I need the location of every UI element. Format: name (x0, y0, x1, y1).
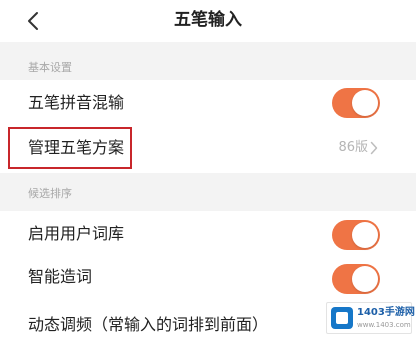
setting-label: 动态调频（常输入的词排到前面） (28, 315, 269, 334)
setting-row-wubi-pinyin-mixed[interactable]: 五笔拼音混输 (0, 82, 416, 124)
watermark-subtitle: www.1403.com (357, 321, 411, 329)
section-label: 候选排序 (28, 187, 72, 200)
section-label: 基本设置 (28, 61, 72, 74)
setting-label: 启用用户词库 (28, 224, 125, 243)
setting-row-user-dictionary[interactable]: 启用用户词库 (0, 213, 416, 255)
wubi-pinyin-mixed-toggle[interactable] (332, 88, 380, 118)
chevron-right-icon (370, 141, 378, 155)
top-bar: 五笔输入 (0, 0, 416, 42)
setting-label: 五笔拼音混输 (28, 93, 125, 112)
setting-row-smart-word-creation[interactable]: 智能造词 (0, 256, 416, 298)
setting-label: 智能造词 (28, 267, 93, 286)
section-header-basic: 基本设置 (0, 42, 416, 80)
toggle-knob (352, 266, 378, 292)
toggle-knob (352, 90, 378, 116)
setting-label: 管理五笔方案 (28, 138, 125, 157)
user-dictionary-toggle[interactable] (332, 220, 380, 250)
smart-word-creation-toggle[interactable] (332, 264, 380, 294)
page-title: 五笔输入 (174, 10, 242, 30)
toggle-knob (352, 222, 378, 248)
setting-row-manage-wubi-scheme[interactable]: 管理五笔方案 86版 (0, 127, 416, 169)
watermark-logo-icon (331, 307, 353, 329)
watermark-title: 1403手游网 (357, 307, 415, 318)
section-header-candidate-sort: 候选排序 (0, 173, 416, 211)
scheme-value: 86版 (338, 140, 368, 155)
wubi-input-settings-screen: 五笔输入 基本设置 五笔拼音混输 管理五笔方案 86版 候选排序 启用用户词库 … (0, 0, 416, 342)
site-watermark: 1403手游网 www.1403.com (326, 302, 415, 334)
